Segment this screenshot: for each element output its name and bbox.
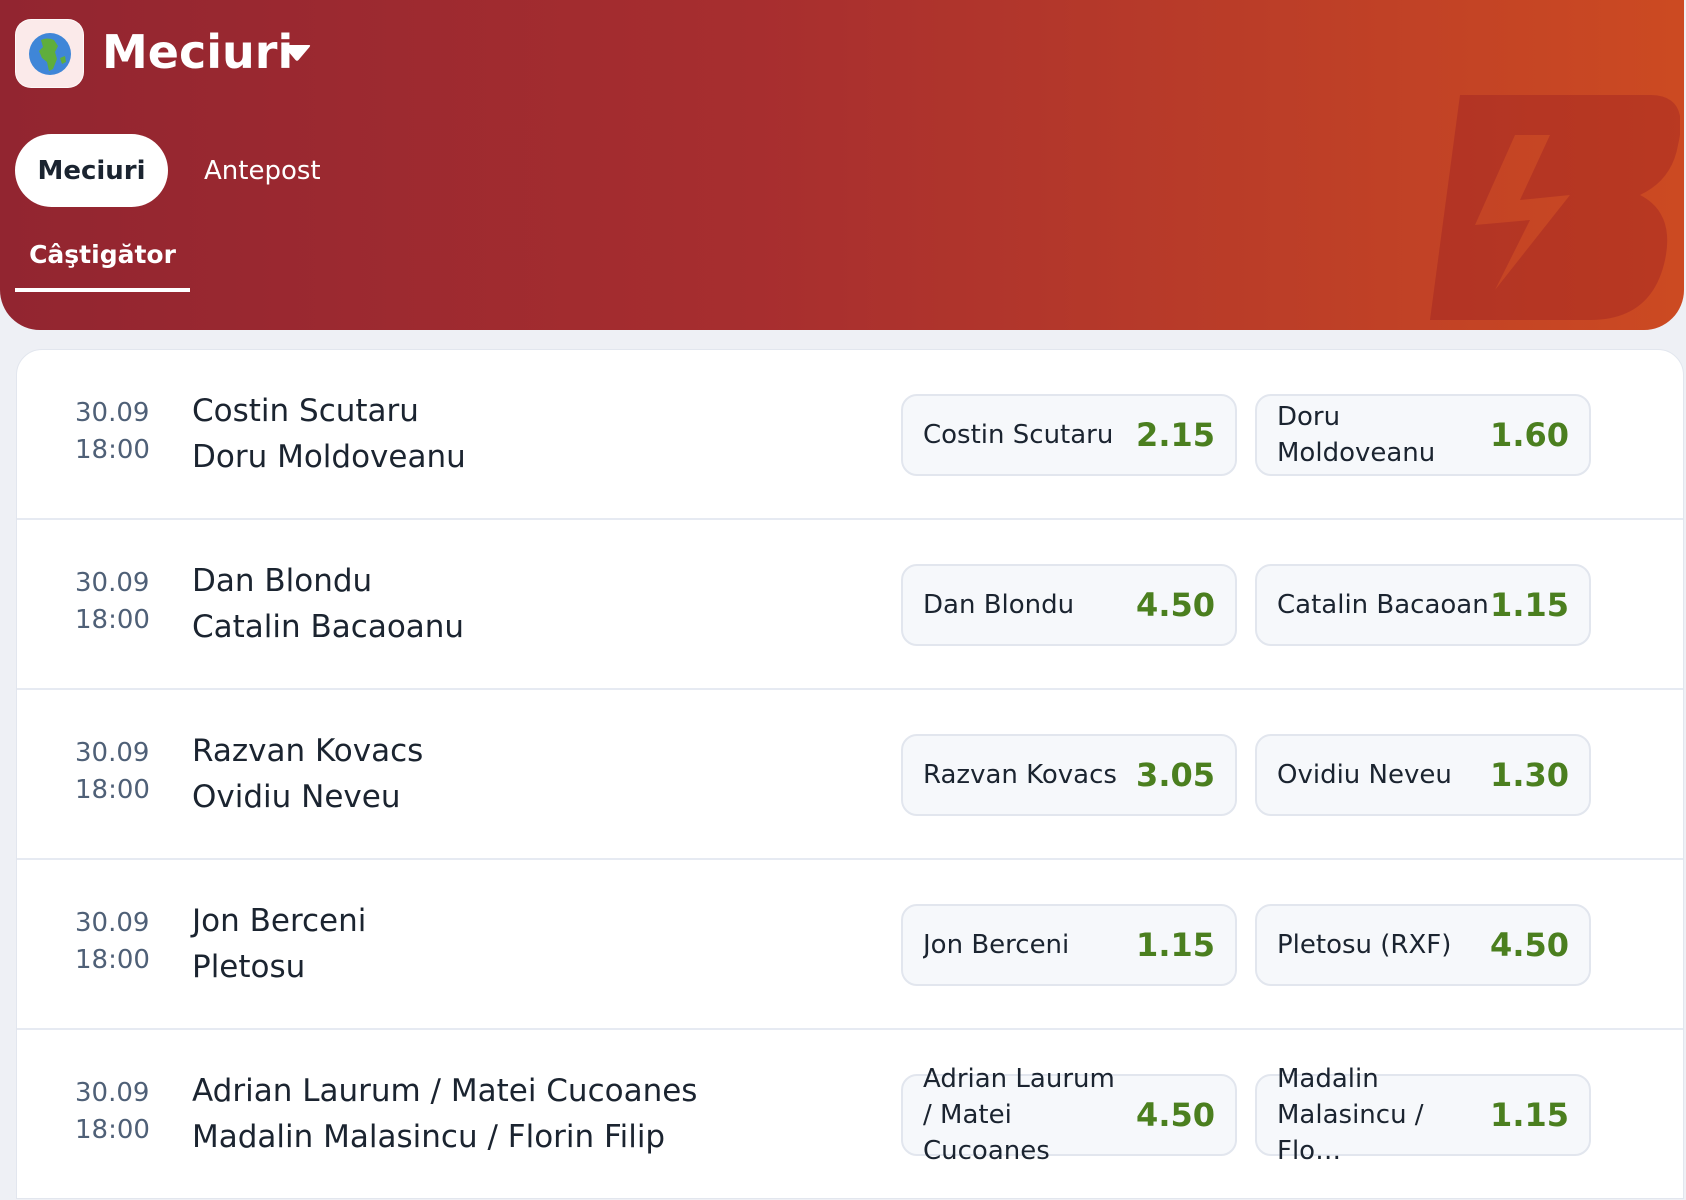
match-date: 30.09 <box>75 1078 150 1108</box>
match-row[interactable]: 30.09 18:00 Adrian Laurum / Matei Cucoan… <box>17 1030 1683 1198</box>
odds-label: Madalin Malasincu / Flo… <box>1277 1064 1424 1166</box>
match-row[interactable]: 30.09 18:00 Dan Blondu Catalin Bacaoanu … <box>17 520 1683 690</box>
match-time: 18:00 <box>75 775 150 805</box>
odds-button-player-2[interactable]: Doru Moldoveanu 1.60 <box>1255 394 1591 476</box>
odds-button-player-2[interactable]: Madalin Malasincu / Flo… 1.15 <box>1255 1064 1591 1166</box>
player-1: Jon Berceni <box>192 903 367 939</box>
match-date: 30.09 <box>75 568 150 598</box>
odds-label: Dan Blondu <box>923 590 1075 620</box>
match-time: 18:00 <box>75 605 150 635</box>
match-time: 18:00 <box>75 435 150 465</box>
odds-value: 4.50 <box>1136 1096 1215 1134</box>
match-players: Costin Scutaru Doru Moldoveanu <box>192 388 466 480</box>
odds-button-player-1[interactable]: Jon Berceni 1.15 <box>901 904 1237 986</box>
odds-label: Ovidiu Neveu <box>1277 760 1452 790</box>
player-2: Madalin Malasincu / Florin Filip <box>192 1119 666 1155</box>
odds-button-player-1[interactable]: Razvan Kovacs 3.05 <box>901 734 1237 816</box>
tab-antepost[interactable]: Antepost <box>180 134 345 207</box>
match-datetime: 30.09 18:00 <box>75 735 150 809</box>
chevron-down-icon[interactable] <box>283 42 311 64</box>
odds-button-player-1[interactable]: Adrian Laurum / Matei Cucoanes 4.50 <box>901 1064 1237 1166</box>
odds-label: Catalin Bacaoanu <box>1277 590 1491 620</box>
match-row[interactable]: 30.09 18:00 Razvan Kovacs Ovidiu Neveu R… <box>17 690 1683 860</box>
odds-value: 1.60 <box>1490 416 1569 454</box>
match-players: Adrian Laurum / Matei Cucoanes Madalin M… <box>192 1068 697 1160</box>
odds-label: Adrian Laurum / Matei Cucoanes <box>923 1064 1115 1166</box>
match-players: Razvan Kovacs Ovidiu Neveu <box>192 728 423 820</box>
match-date: 30.09 <box>75 908 150 938</box>
odds-value: 4.50 <box>1136 586 1215 624</box>
match-row[interactable]: 30.09 18:00 Jon Berceni Pletosu Jon Berc… <box>17 860 1683 1030</box>
odds-value: 4.50 <box>1490 926 1569 964</box>
match-row[interactable]: 30.09 18:00 Costin Scutaru Doru Moldovea… <box>17 350 1683 520</box>
player-1: Dan Blondu <box>192 563 373 599</box>
match-datetime: 30.09 18:00 <box>75 1075 150 1149</box>
player-2: Catalin Bacaoanu <box>192 609 465 645</box>
odds-value: 1.15 <box>1490 586 1569 624</box>
odds-button-player-2[interactable]: Pletosu (RXF) 4.50 <box>1255 904 1591 986</box>
odds-value: 3.05 <box>1136 756 1215 794</box>
match-time: 18:00 <box>75 945 150 975</box>
match-datetime: 30.09 18:00 <box>75 565 150 639</box>
match-players: Jon Berceni Pletosu <box>192 898 366 990</box>
sport-logo[interactable] <box>15 19 84 88</box>
odds-label: Pletosu (RXF) <box>1277 930 1452 960</box>
player-1: Costin Scutaru <box>192 393 419 429</box>
player-1: Razvan Kovacs <box>192 733 424 769</box>
odds-label: Doru Moldoveanu <box>1277 402 1436 468</box>
match-list: 30.09 18:00 Costin Scutaru Doru Moldovea… <box>16 349 1684 1199</box>
player-1: Adrian Laurum / Matei Cucoanes <box>192 1073 698 1109</box>
odds-button-player-2[interactable]: Catalin Bacaoanu 1.15 <box>1255 564 1591 646</box>
odds-label: Costin Scutaru <box>923 420 1114 450</box>
match-time: 18:00 <box>75 1115 150 1145</box>
brand-watermark-icon <box>1430 95 1680 320</box>
odds-value: 1.30 <box>1490 756 1569 794</box>
odds-button-player-2[interactable]: Ovidiu Neveu 1.30 <box>1255 734 1591 816</box>
player-2: Pletosu <box>192 949 306 985</box>
odds-value: 1.15 <box>1136 926 1215 964</box>
subtab-castigator[interactable]: Câştigător <box>15 240 190 292</box>
odds-label: Razvan Kovacs <box>923 760 1117 790</box>
match-date: 30.09 <box>75 738 150 768</box>
match-datetime: 30.09 18:00 <box>75 905 150 979</box>
page-title[interactable]: Meciuri <box>102 22 293 82</box>
odds-value: 2.15 <box>1136 416 1215 454</box>
match-date: 30.09 <box>75 398 150 428</box>
globe-icon <box>28 32 71 75</box>
odds-label: Jon Berceni <box>923 930 1070 960</box>
header: Meciuri Meciuri Antepost Câştigător <box>0 0 1684 330</box>
player-2: Ovidiu Neveu <box>192 779 401 815</box>
odds-button-player-1[interactable]: Dan Blondu 4.50 <box>901 564 1237 646</box>
match-players: Dan Blondu Catalin Bacaoanu <box>192 558 464 650</box>
player-2: Doru Moldoveanu <box>192 439 466 475</box>
odds-value: 1.15 <box>1490 1096 1569 1134</box>
tab-meciuri[interactable]: Meciuri <box>15 134 168 207</box>
odds-button-player-1[interactable]: Costin Scutaru 2.15 <box>901 394 1237 476</box>
match-datetime: 30.09 18:00 <box>75 395 150 469</box>
